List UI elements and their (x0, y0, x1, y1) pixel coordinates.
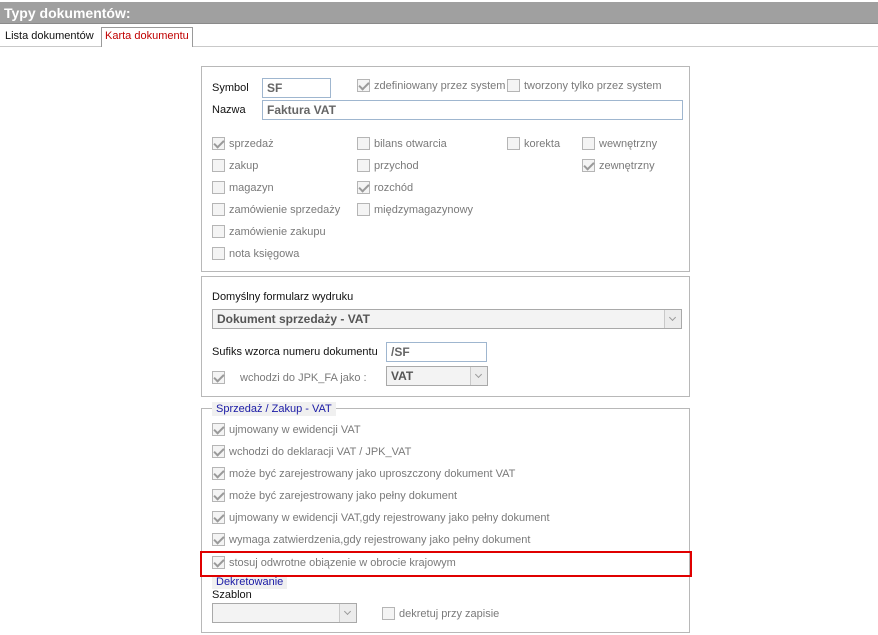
symbol-field[interactable]: SF (262, 78, 331, 98)
name-field[interactable]: Faktura VAT (262, 100, 683, 120)
type-purchase-checkbox[interactable] (212, 159, 225, 172)
type-opening-balance-checkbox[interactable] (357, 137, 370, 150)
vat-option-label: może być zarejestrowany jako uproszczony… (229, 468, 516, 480)
chevron-down-icon[interactable] (664, 310, 681, 328)
system-defined-checkbox[interactable] (357, 79, 370, 92)
type-label: międzymagazynowy (374, 204, 474, 216)
type-correction-checkbox[interactable] (507, 137, 520, 150)
name-label: Nazwa (212, 104, 246, 116)
type-outgoing-checkbox[interactable] (357, 181, 370, 194)
type-income-checkbox[interactable] (357, 159, 370, 172)
vat-option-checkbox[interactable] (212, 445, 225, 458)
system-defined-label: zdefiniowany przez system (374, 80, 506, 92)
type-label: bilans otwarcia (374, 138, 447, 150)
system-created-only-label: tworzony tylko przez system (524, 80, 662, 92)
suffix-field[interactable]: /SF (386, 342, 487, 362)
vat-option-label: wchodzi do deklaracji VAT / JPK_VAT (229, 446, 412, 458)
window-title: Typy dokumentów: (0, 2, 878, 24)
type-label: sprzedaż (229, 138, 274, 150)
tab-bar: Lista dokumentów Karta dokumentu (0, 24, 878, 47)
type-label: zewnętrzny (599, 160, 655, 172)
jpk-select[interactable]: VAT (386, 366, 488, 386)
general-group: Symbol SF zdefiniowany przez system twor… (201, 66, 690, 272)
type-sales-order-checkbox[interactable] (212, 203, 225, 216)
vat-option-label: może być zarejestrowany jako pełny dokum… (229, 490, 458, 502)
vat-option-checkbox[interactable] (212, 423, 225, 436)
print-form-value: Dokument sprzedaży - VAT (217, 312, 370, 326)
tab-document-card[interactable]: Karta dokumentu (101, 27, 193, 47)
type-internal-checkbox[interactable] (582, 137, 595, 150)
system-created-only-checkbox[interactable] (507, 79, 520, 92)
type-label: zamówienie zakupu (229, 226, 326, 238)
type-label: korekta (524, 138, 561, 150)
jpk-checkbox[interactable] (212, 371, 225, 384)
vat-option-label: ujmowany w ewidencji VAT (229, 424, 361, 436)
type-label: rozchód (374, 182, 414, 194)
chevron-down-icon[interactable] (470, 367, 487, 385)
print-group: Domyślny formularz wydruku Dokument sprz… (201, 276, 690, 397)
vat-option-checkbox[interactable] (212, 467, 225, 480)
type-accounting-note-checkbox[interactable] (212, 247, 225, 260)
type-sales-checkbox[interactable] (212, 137, 225, 150)
type-label: zakup (229, 160, 259, 172)
vat-group: ujmowany w ewidencji VAT wchodzi do dekl… (201, 408, 690, 633)
jpk-label: wchodzi do JPK_FA jako : (240, 372, 367, 384)
vat-option-label: ujmowany w ewidencji VAT,gdy rejestrowan… (229, 512, 550, 524)
type-label: zamówienie sprzedaży (229, 204, 341, 216)
suffix-label: Sufiks wzorca numeru dokumentu (212, 346, 378, 358)
type-external-checkbox[interactable] (582, 159, 595, 172)
print-form-select[interactable]: Dokument sprzedaży - VAT (212, 309, 682, 329)
vat-legend: Sprzedaż / Zakup - VAT (212, 402, 336, 416)
vat-option-checkbox[interactable] (212, 533, 225, 546)
tab-document-list[interactable]: Lista dokumentów (2, 28, 97, 46)
print-form-label: Domyślny formularz wydruku (212, 291, 354, 303)
vat-option-checkbox[interactable] (212, 511, 225, 524)
chevron-down-icon[interactable] (339, 604, 356, 622)
template-label: Szablon (212, 589, 252, 601)
type-label: przychod (374, 160, 419, 172)
type-label: wewnętrzny (599, 138, 658, 150)
decree-legend: Dekretowanie (212, 575, 288, 589)
symbol-label: Symbol (212, 82, 249, 94)
type-label: nota księgowa (229, 248, 300, 260)
jpk-value: VAT (391, 369, 414, 383)
decree-on-save-checkbox[interactable] (382, 607, 395, 620)
reverse-charge-highlight (200, 551, 692, 577)
type-purchase-order-checkbox[interactable] (212, 225, 225, 238)
decree-on-save-label: dekretuj przy zapisie (399, 608, 500, 620)
type-label: magazyn (229, 182, 274, 194)
vat-option-label: wymaga zatwierdzenia,gdy rejestrowany ja… (229, 534, 531, 546)
vat-option-checkbox[interactable] (212, 489, 225, 502)
type-warehouse-checkbox[interactable] (212, 181, 225, 194)
template-select[interactable] (212, 603, 357, 623)
type-interwarehouse-checkbox[interactable] (357, 203, 370, 216)
